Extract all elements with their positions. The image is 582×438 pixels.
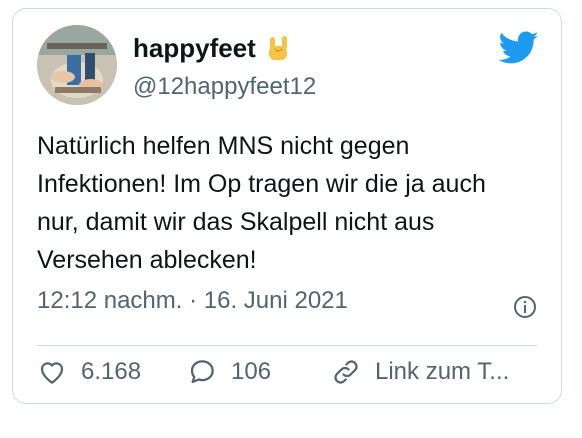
heart-icon [40, 362, 64, 384]
avatar[interactable] [37, 25, 117, 105]
copy-link-label: Link zum T... [375, 358, 510, 385]
sign-of-horns-emoji-icon [266, 35, 290, 63]
user-handle[interactable]: @12happyfeet12 [133, 73, 316, 101]
copy-link-button[interactable]: Link zum T... [331, 357, 545, 387]
twitter-bird-icon[interactable] [498, 31, 539, 65]
display-name[interactable]: happyfeet [133, 33, 256, 64]
like-button[interactable]: 6.168 [37, 357, 187, 387]
speech-bubble-icon [190, 360, 214, 384]
tweet-timestamp[interactable]: 12:12 nachm. · 16. Juni 2021 [37, 287, 348, 315]
tweet-text: Natürlich helfen MNS nicht gegen Infekti… [37, 132, 486, 274]
action-bar: 6.168 106 Link zum T... [37, 357, 545, 387]
like-count: 6.168 [81, 358, 142, 385]
info-icon[interactable] [513, 295, 537, 319]
reply-button[interactable]: 106 [187, 357, 331, 387]
author-name-row: happyfeet [133, 33, 290, 64]
tweet-card: happyfeet @12happyfeet12 Natürlich helfe… [12, 8, 562, 404]
divider [37, 345, 537, 346]
reply-count: 106 [231, 358, 272, 385]
link-icon [334, 360, 358, 384]
